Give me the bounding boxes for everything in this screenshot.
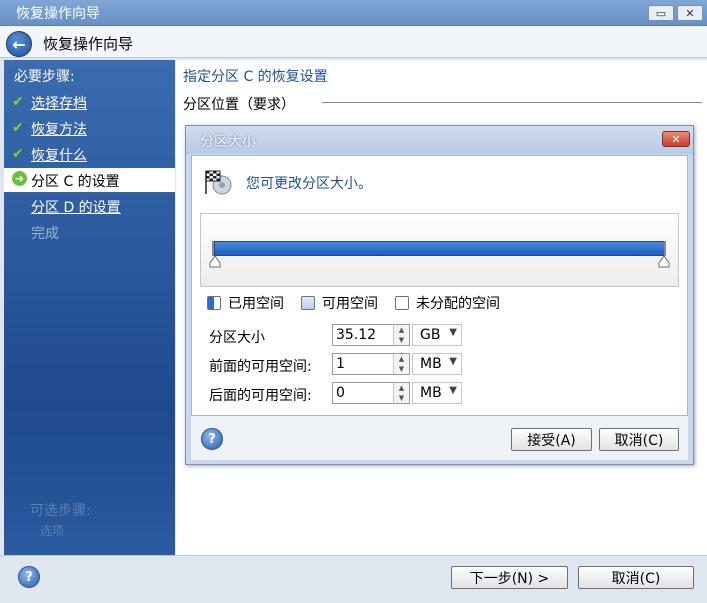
dropdown-arrow-icon: ▼ <box>449 385 457 396</box>
help-icon[interactable]: ? <box>18 566 40 588</box>
legend-label: 可用空间 <box>322 296 378 312</box>
legend-free-swatch <box>301 296 315 310</box>
arrow-right-icon: ➜ <box>12 171 27 186</box>
sidebar-optional-item: 选项 <box>40 524 65 538</box>
sidebar-item-select-archive[interactable]: ✔ 选择存档 <box>12 92 175 114</box>
spin-arrows-icon[interactable]: ▲ ▼ <box>393 325 409 345</box>
sidebar-item-label: 分区 D 的设置 <box>31 200 121 216</box>
sidebar-item-label: 完成 <box>31 226 59 242</box>
legend-used-space: 已用空间 <box>207 294 284 312</box>
check-icon: ✔ <box>12 94 24 110</box>
partition-size-value: 35.12 <box>336 327 377 343</box>
close-icon: ✕ <box>671 132 681 146</box>
sidebar-item-label: 恢复什么 <box>31 148 87 164</box>
sidebar-item-finish: 完成 <box>12 222 175 244</box>
sidebar-optional-heading: 可选步骤: <box>30 503 91 519</box>
accept-button[interactable]: 接受(A) <box>511 428 592 451</box>
cancel-button[interactable]: 取消(C) <box>578 566 694 589</box>
page-title: 指定分区 C 的恢复设置 <box>183 69 328 85</box>
dialog-help-icon[interactable]: ? <box>201 428 223 450</box>
unit-value: GB <box>420 327 441 343</box>
legend-label: 已用空间 <box>228 296 284 312</box>
legend-unallocated-swatch <box>395 296 409 310</box>
dialog-cancel-button[interactable]: 取消(C) <box>599 428 679 451</box>
slider-right-edge <box>664 241 666 256</box>
section-label: 分区位置（要求） <box>183 97 295 113</box>
partition-size-label: 分区大小 <box>209 330 265 346</box>
spin-arrows-icon[interactable]: ▲ ▼ <box>393 383 409 403</box>
window-title: 恢复操作向导 <box>16 6 100 22</box>
slider-left-edge <box>212 241 214 256</box>
dialog-title: 分区大小 <box>200 134 256 150</box>
sidebar-item-recovery-method[interactable]: ✔ 恢复方法 <box>12 118 175 140</box>
next-button[interactable]: 下一步(N) > <box>451 566 568 589</box>
back-button[interactable]: ← <box>6 31 32 57</box>
restore-icon: ▭ <box>655 6 667 20</box>
sidebar-item-label: 分区 C 的设置 <box>31 174 120 190</box>
partition-bar[interactable] <box>214 241 665 256</box>
unit-value: MB <box>420 385 442 401</box>
dropdown-arrow-icon: ▼ <box>449 356 457 367</box>
free-space-after-input[interactable]: 0 ▲ ▼ <box>332 382 410 404</box>
sidebar-item-what-to-recover[interactable]: ✔ 恢复什么 <box>12 144 175 166</box>
legend-free-space: 可用空间 <box>301 294 378 312</box>
close-icon: ✕ <box>685 6 695 20</box>
free-space-before-input[interactable]: 1 ▲ ▼ <box>332 353 410 375</box>
legend-used-swatch <box>207 296 221 310</box>
partition-size-unit-select[interactable]: GB ▼ <box>412 324 462 346</box>
legend-unallocated-space: 未分配的空间 <box>395 294 500 312</box>
right-resize-handle[interactable] <box>658 256 670 268</box>
back-arrow-icon: ← <box>12 34 26 54</box>
spin-arrows-icon[interactable]: ▲ ▼ <box>393 354 409 374</box>
sidebar-item-label: 选择存档 <box>31 96 87 112</box>
check-icon: ✔ <box>12 120 24 136</box>
header-title: 恢复操作向导 <box>43 35 134 53</box>
restore-button[interactable]: ▭ <box>648 5 674 21</box>
free-space-after-unit-select[interactable]: MB ▼ <box>412 382 462 404</box>
legend-label: 未分配的空间 <box>416 296 500 312</box>
window-titlebar <box>0 0 707 26</box>
free-space-before-value: 1 <box>336 356 345 372</box>
dialog-titlebar <box>186 126 693 154</box>
sidebar-item-partition-c-settings[interactable]: ➜ 分区 C 的设置 <box>4 168 175 192</box>
disk-flag-icon <box>205 170 232 195</box>
dialog-message: 您可更改分区大小。 <box>246 176 372 192</box>
free-space-before-unit-select[interactable]: MB ▼ <box>412 353 462 375</box>
left-resize-handle[interactable] <box>209 256 221 268</box>
free-space-before-label: 前面的可用空间: <box>209 359 312 375</box>
unit-value: MB <box>420 356 442 372</box>
sidebar-item-partition-d-settings[interactable]: 分区 D 的设置 <box>12 196 175 218</box>
partition-size-input[interactable]: 35.12 ▲ ▼ <box>332 324 410 346</box>
free-space-after-label: 后面的可用空间: <box>209 388 312 404</box>
close-button[interactable]: ✕ <box>677 5 703 21</box>
sidebar-heading: 必要步骤: <box>14 69 75 85</box>
free-space-after-value: 0 <box>336 385 345 401</box>
sidebar-item-label: 恢复方法 <box>31 122 87 138</box>
section-divider <box>322 102 702 103</box>
dialog-close-button[interactable]: ✕ <box>662 131 690 147</box>
dropdown-arrow-icon: ▼ <box>449 327 457 338</box>
check-icon: ✔ <box>12 146 24 162</box>
